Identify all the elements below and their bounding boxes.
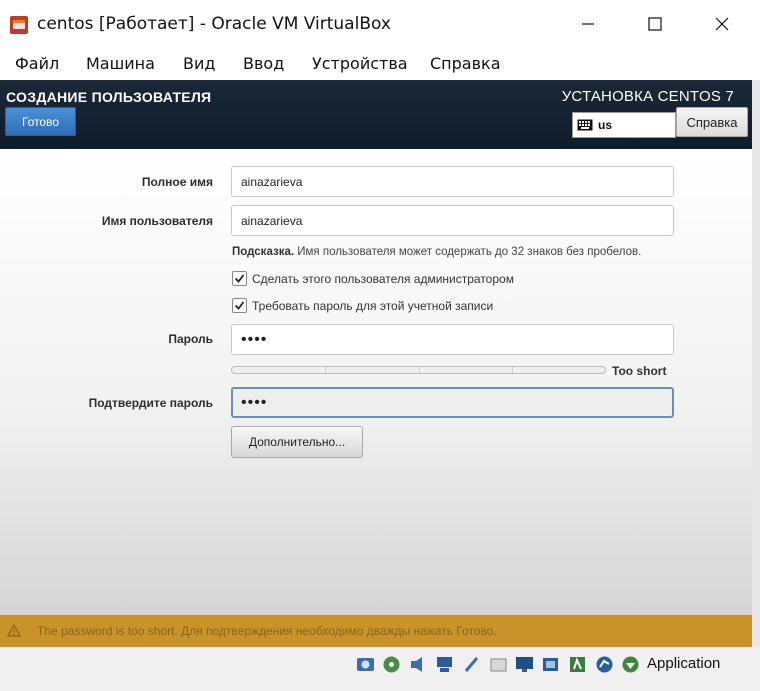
strength-segment-divider: [512, 367, 513, 373]
menu-machine[interactable]: Машина: [86, 54, 155, 73]
window-edge: [752, 80, 760, 647]
menu-help[interactable]: Справка: [430, 54, 501, 73]
menu-input[interactable]: Ввод: [243, 54, 284, 73]
mouse-integration-icon[interactable]: [594, 654, 615, 675]
keyboard-layout-indicator[interactable]: us: [572, 112, 676, 138]
keyboard-icon: [577, 119, 593, 131]
warning-bar[interactable]: The password is too short. Для подтвержд…: [0, 615, 752, 647]
window-title: centos [Работает] - Oracle VM VirtualBox: [37, 14, 391, 34]
hint-bold: Подсказка.: [232, 246, 295, 258]
warning-text: The password is too short. Для подтвержд…: [37, 624, 497, 638]
screen-title: СОЗДАНИЕ ПОЛЬЗОВАТЕЛЯ: [6, 89, 212, 105]
installer-title: УСТАНОВКА CENTOS 7: [561, 88, 734, 105]
require-password-checkbox[interactable]: Требовать пароль для этой учетной записи: [232, 298, 493, 313]
password-input[interactable]: ••••: [231, 324, 674, 355]
hint-text: Имя пользователя может содержать до 32 з…: [294, 246, 642, 258]
cpu-icon[interactable]: [567, 654, 588, 675]
username-input[interactable]: ainazarieva: [231, 205, 674, 236]
require-password-label: Требовать пароль для этой учетной записи: [252, 298, 494, 313]
warning-icon: [7, 624, 21, 637]
minimize-icon: [582, 23, 594, 25]
menu-bar: Файл Машина Вид Ввод Устройства Справка: [0, 48, 760, 80]
installer-header: СОЗДАНИЕ ПОЛЬЗОВАТЕЛЯ УСТАНОВКА CENTOS 7…: [0, 80, 752, 149]
require-password-checkbox-box[interactable]: [232, 298, 247, 313]
admin-checkbox-label: Сделать этого пользователя администратор…: [252, 271, 514, 286]
confirm-password-input[interactable]: ••••: [231, 387, 674, 418]
password-strength-label: Too short: [612, 364, 667, 378]
password-strength-bar: [231, 366, 606, 374]
checkmark-icon: [234, 274, 245, 283]
username-label: Имя пользователя: [101, 214, 213, 228]
menu-view[interactable]: Вид: [183, 54, 215, 73]
fullname-input[interactable]: ainazarieva: [231, 166, 674, 197]
strength-segment-divider: [325, 367, 326, 373]
optical-drive-icon[interactable]: [381, 654, 402, 675]
fullname-label: Полное имя: [141, 175, 213, 189]
host-key-label: Application: [647, 655, 721, 672]
advanced-button[interactable]: Дополнительно...: [231, 426, 363, 458]
window-titlebar: centos [Работает] - Oracle VM VirtualBox: [0, 0, 760, 48]
audio-icon[interactable]: [408, 654, 429, 675]
password-label: Пароль: [168, 332, 213, 346]
user-creation-form: Полное имя ainazarieva Имя пользователя …: [0, 149, 752, 615]
display-icon[interactable]: [514, 654, 535, 675]
close-icon: [715, 17, 729, 31]
shared-folder-icon[interactable]: [488, 654, 509, 675]
help-button[interactable]: Справка: [676, 107, 748, 137]
maximize-icon: [648, 17, 662, 31]
menu-file[interactable]: Файл: [15, 54, 59, 73]
network-icon[interactable]: [434, 654, 455, 675]
recording-icon[interactable]: [540, 654, 561, 675]
vm-status-bar: Application: [0, 647, 760, 691]
virtualbox-icon: [10, 16, 28, 34]
hard-disk-icon[interactable]: [355, 654, 376, 675]
minimize-button[interactable]: [565, 8, 611, 40]
checkmark-icon: [234, 301, 245, 310]
done-button[interactable]: Готово: [5, 107, 76, 136]
admin-checkbox-box[interactable]: [232, 271, 247, 286]
close-button[interactable]: [699, 8, 745, 40]
host-key-icon[interactable]: [620, 654, 641, 675]
menu-devices[interactable]: Устройства: [312, 54, 408, 73]
keyboard-layout-value: us: [598, 118, 613, 132]
usb-icon[interactable]: [461, 654, 482, 675]
strength-segment-divider: [419, 367, 420, 373]
username-hint: Подсказка. Имя пользователя может содерж…: [232, 246, 641, 258]
confirm-password-label: Подтвердите пароль: [88, 396, 213, 410]
admin-checkbox[interactable]: Сделать этого пользователя администратор…: [232, 271, 514, 286]
maximize-button[interactable]: [632, 8, 678, 40]
